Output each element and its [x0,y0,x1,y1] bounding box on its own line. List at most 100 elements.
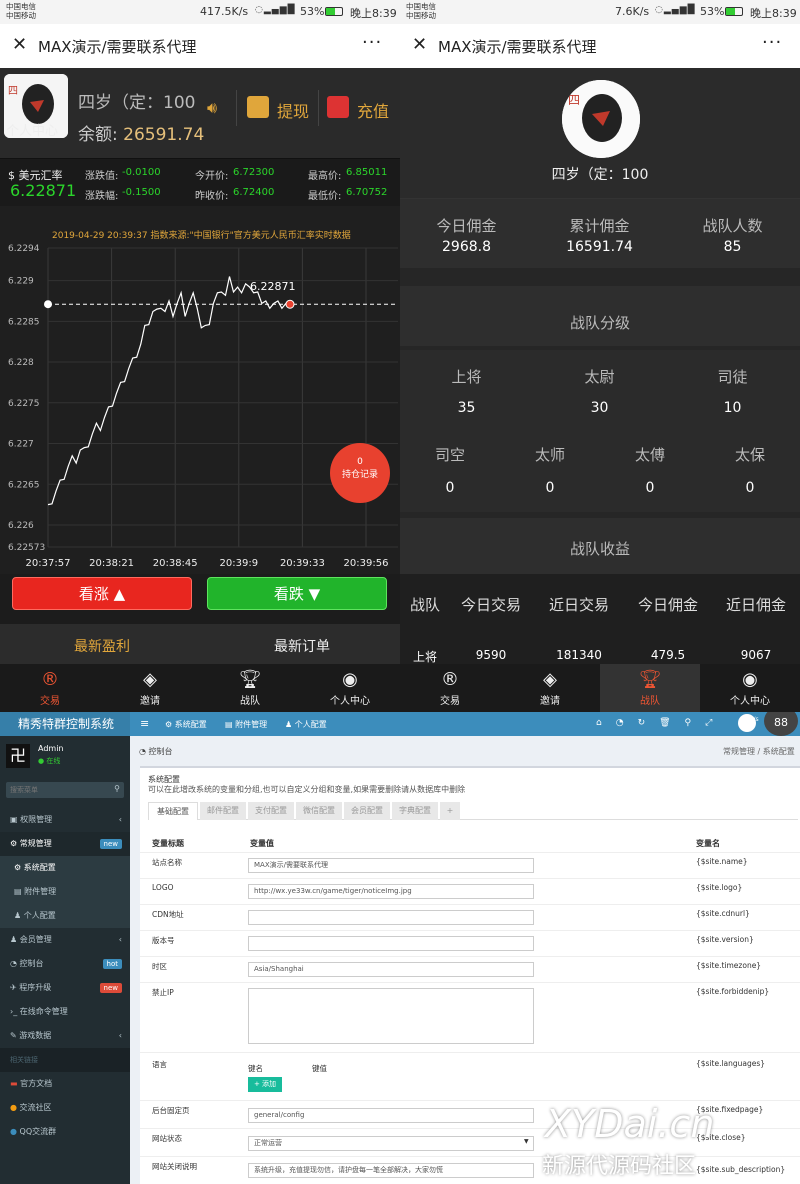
menu-item[interactable]: ✈ 程序升级 new [0,976,130,1000]
tab-pay[interactable]: 支付配置 [248,802,294,820]
speaker-icon[interactable]: 🔊︎ [207,98,217,118]
link-item[interactable]: ▬ 官方文档 [0,1072,130,1096]
high-label: 最高价: [308,171,342,182]
grade-label: 太保 [734,446,765,464]
grade-value: 0 [645,480,655,496]
buy-down-button[interactable]: 看跌 ▼ [207,577,387,610]
menu-label: 会员管理 [19,935,52,944]
nav-trade[interactable]: ® 交易 [0,664,100,712]
close-icon[interactable]: ✕ [12,34,27,55]
menu-item[interactable]: ⚙ 常规管理 new [0,832,130,856]
site-name-input[interactable]: MAX演示/需要联系代理 [248,858,534,873]
user-center-label[interactable]: 个人中心 [6,120,58,139]
menu-item[interactable]: ♟ 个人配置 [0,904,130,928]
grade-value: 10 [723,400,742,416]
top-tab-attachment[interactable]: ▤ 附件管理 [225,719,267,730]
tab-basic[interactable]: 基础配置 [148,802,198,820]
version-input[interactable] [248,936,534,951]
table-row: 语言 键名 键值 + 添加 {$site.languages} [140,1052,800,1100]
forbidden-ip-textarea[interactable] [248,988,534,1044]
menu-search[interactable]: ⚲ [6,782,124,798]
card-desc: 可以在此增改系统的变量和分组,也可以自定义分组和变量,如果需要删除请从数据库中删… [148,785,466,794]
menu-item[interactable]: ⚙ 系统配置 [0,856,130,880]
tab-dict[interactable]: 字典配置 [392,802,438,820]
chevron-down-icon[interactable]: ▼ [524,1138,529,1145]
fixed-page-input[interactable]: general/config [248,1108,534,1123]
table-header: 近日佣金 [725,596,786,614]
table-header: 近日交易 [548,596,609,614]
nav-invite[interactable]: ◈ 邀请 [100,664,200,712]
nav-invite[interactable]: ◈ 邀请 [500,664,600,712]
site-status-select[interactable]: 正常运营 [248,1136,534,1151]
withdraw-button[interactable]: 提现 [277,98,309,122]
logo-input[interactable]: http://wx.ye33w.cn/game/tiger/noticeImg.… [248,884,534,899]
more-icon[interactable]: ··· [362,32,382,53]
watermark-text: XYDai.cn [545,1102,715,1146]
link-item[interactable]: ● 交流社区 [0,1096,130,1120]
stat-value: 2968.8 [442,239,491,255]
table-cell: 上将 [412,650,437,664]
toolbar-icons[interactable]: ⌂◔↻🗑⚲⤢ [596,718,726,728]
table-row: 禁止IP {$site.forbiddenip} [140,982,800,1052]
trophy-icon: 🏆︎ [238,669,262,690]
grade-value: 35 [457,400,476,416]
tab-member[interactable]: 会员配置 [344,802,390,820]
tab-mail[interactable]: 邮件配置 [200,802,246,820]
speed-badge-label: 0.7K/s [740,716,759,723]
breadcrumb-home[interactable]: ◔ 控制台 [139,746,173,757]
timezone-input[interactable]: Asia/Shanghai [248,962,534,977]
grade-label: 司徒 [717,368,748,386]
lang-val-label: 键值 [312,1064,327,1073]
battery-percent: 53% [700,5,725,18]
link-item[interactable]: ● QQ交流群 [0,1120,130,1144]
menu-item[interactable]: ✎ 游戏数据 ‹ [0,1024,130,1048]
close-icon[interactable]: ✕ [412,34,427,55]
top-tab-config[interactable]: ⚙ 系统配置 [165,719,207,730]
tab-latest-order[interactable]: 最新订单 [274,636,330,656]
cdn-input[interactable] [248,910,534,925]
add-language-button[interactable]: + 添加 [248,1077,282,1092]
change-label: 涨跌值: [85,171,119,182]
recharge-button[interactable]: 充值 [357,98,389,122]
grade-label: 上将 [451,368,482,386]
breadcrumb[interactable]: 常规管理 / 系统配置 [723,746,795,757]
link-label: 交流社区 [19,1103,52,1112]
table-row: 时区 Asia/Shanghai {$site.timezone} [140,956,800,982]
menu-item[interactable]: ♟ 会员管理 ‹ [0,928,130,952]
grade-value: 0 [545,480,555,496]
hold-record-button[interactable]: 0 持仓记录 [330,443,390,503]
nav-team[interactable]: 🏆︎ 战队 [600,664,700,712]
nav-label: 战队 [640,696,660,707]
recharge-icon[interactable] [327,96,349,118]
admin-logo[interactable]: 精秀特群控制系统 [0,712,130,736]
battery-percent: 53% [300,5,325,18]
tab-wechat[interactable]: 微信配置 [296,802,342,820]
nav-trade[interactable]: ® 交易 [400,664,500,712]
price-line [47,276,291,506]
table-cell: 9067 [740,648,772,662]
top-tab-profile[interactable]: ♟ 个人配置 [285,719,327,730]
nav-user-center[interactable]: ◉ 个人中心 [700,664,800,712]
admin-sidebar: 卍 Admin ● 在线 ⚲ ▣ 权限管理‹ ⚙ 常规管理new ⚙ 系统配置 … [0,736,130,1184]
col-header: 变量名 [696,839,720,848]
withdraw-icon[interactable] [247,96,269,118]
nav-user-center[interactable]: ◉ 个人中心 [300,664,400,712]
tab-latest-profit[interactable]: 最新盈利 [74,636,130,656]
high-value: 6.85011 [346,167,388,178]
menu-item[interactable]: ›_ 在线命令管理 [0,1000,130,1024]
menu-item[interactable]: ▤ 附件管理 [0,880,130,904]
menu-item[interactable]: ◔ 控制台 hot [0,952,130,976]
menu-toggle-icon[interactable]: ≡ [140,717,149,730]
nav-label: 交易 [440,696,460,707]
nav-team[interactable]: 🏆︎ 战队 [200,664,300,712]
menu-item[interactable]: ▣ 权限管理 ‹ [0,808,130,832]
menu-search-input[interactable] [6,782,102,798]
search-icon[interactable]: ⚲ [114,784,120,793]
close-notice-input[interactable]: 系统升级，充值提现勿信，请护盘每一笔全部解决，大家勿慌 [248,1163,534,1178]
buy-up-button[interactable]: 看涨 ▲ [12,577,192,610]
tab-add[interactable]: + [440,802,460,820]
more-icon[interactable]: ··· [762,32,782,53]
menu-label: 个人配置 [23,911,56,920]
battery-icon [325,7,343,16]
nav-label: 邀请 [140,696,160,707]
